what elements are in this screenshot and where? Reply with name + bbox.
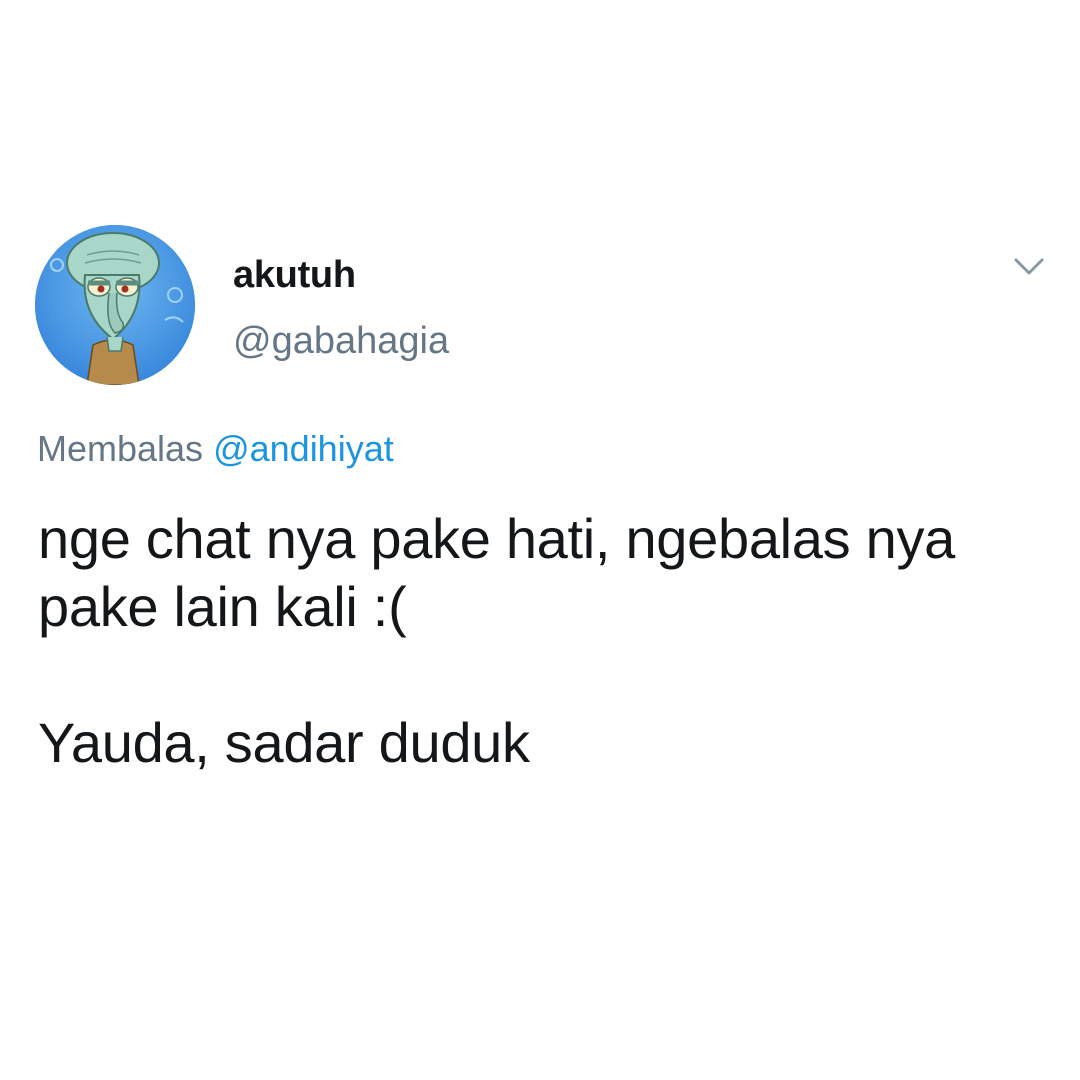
chevron-down-icon xyxy=(1014,258,1044,275)
tweet-menu-button[interactable] xyxy=(1012,252,1046,280)
tweet-text: nge chat nya pake hati, ngebalas nya pak… xyxy=(38,505,1048,777)
display-name[interactable]: akutuh xyxy=(233,254,356,297)
reply-mention-link[interactable]: @andihiyat xyxy=(213,428,394,469)
squidward-avatar-icon xyxy=(35,225,195,385)
user-handle[interactable]: @gabahagia xyxy=(233,320,449,363)
reply-prefix: Membalas xyxy=(37,428,204,469)
tweet-text-paragraph: Yauda, sadar duduk xyxy=(38,711,530,774)
tweet-text-paragraph: nge chat nya pake hati, ngebalas nya pak… xyxy=(38,507,956,638)
avatar[interactable] xyxy=(35,225,195,385)
reply-context: Membalas @andihiyat xyxy=(37,428,394,470)
tweet-card: akutuh @gabahagia Membalas @andihiyat ng… xyxy=(0,0,1080,1080)
